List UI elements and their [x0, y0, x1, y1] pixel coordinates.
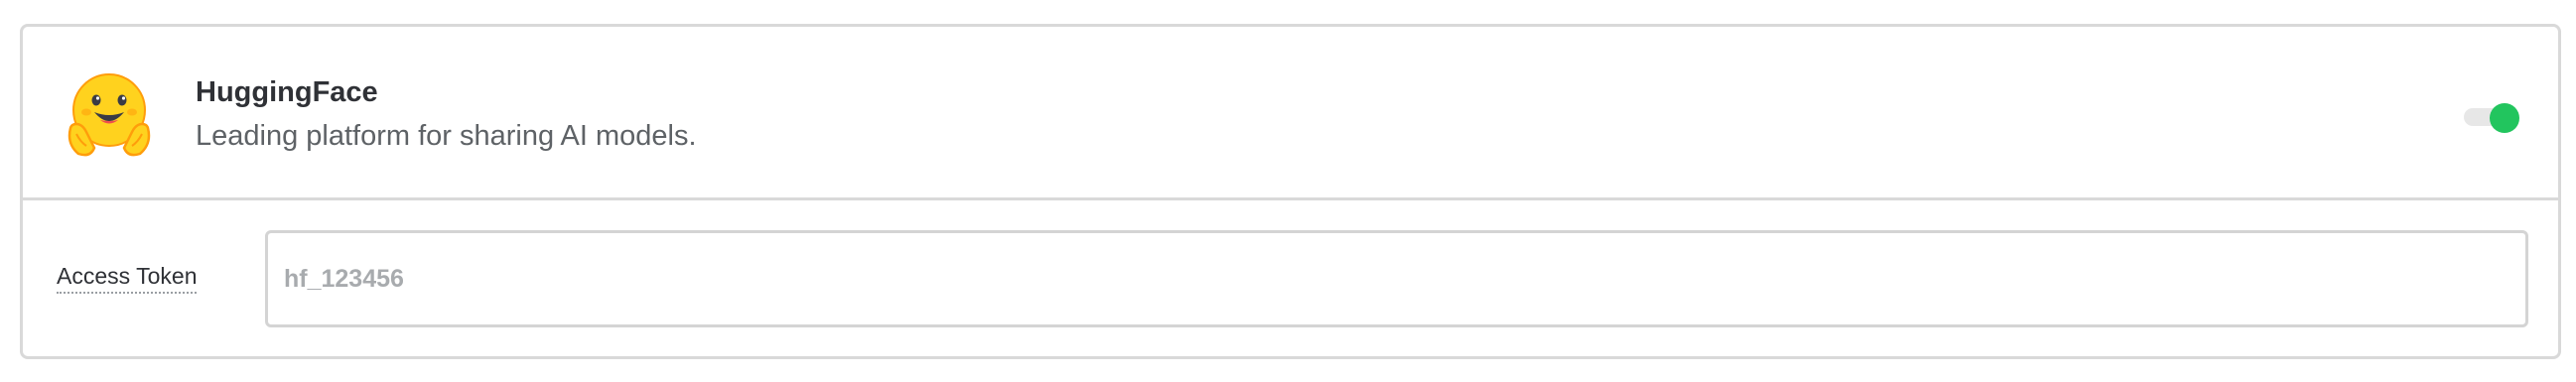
provider-title: HuggingFace [196, 76, 378, 108]
hugging-face-logo-icon [65, 70, 154, 160]
provider-enable-toggle[interactable] [2460, 100, 2523, 136]
access-token-label: Access Token [57, 263, 198, 294]
toggle-knob [2490, 103, 2519, 133]
provider-card: HuggingFace Leading platform for sharing… [20, 24, 2561, 359]
provider-description: Leading platform for sharing AI models. [196, 120, 697, 152]
provider-card-header: HuggingFace Leading platform for sharing… [23, 27, 2558, 200]
provider-settings: Access Token [23, 203, 2558, 359]
access-token-input[interactable] [265, 230, 2528, 327]
